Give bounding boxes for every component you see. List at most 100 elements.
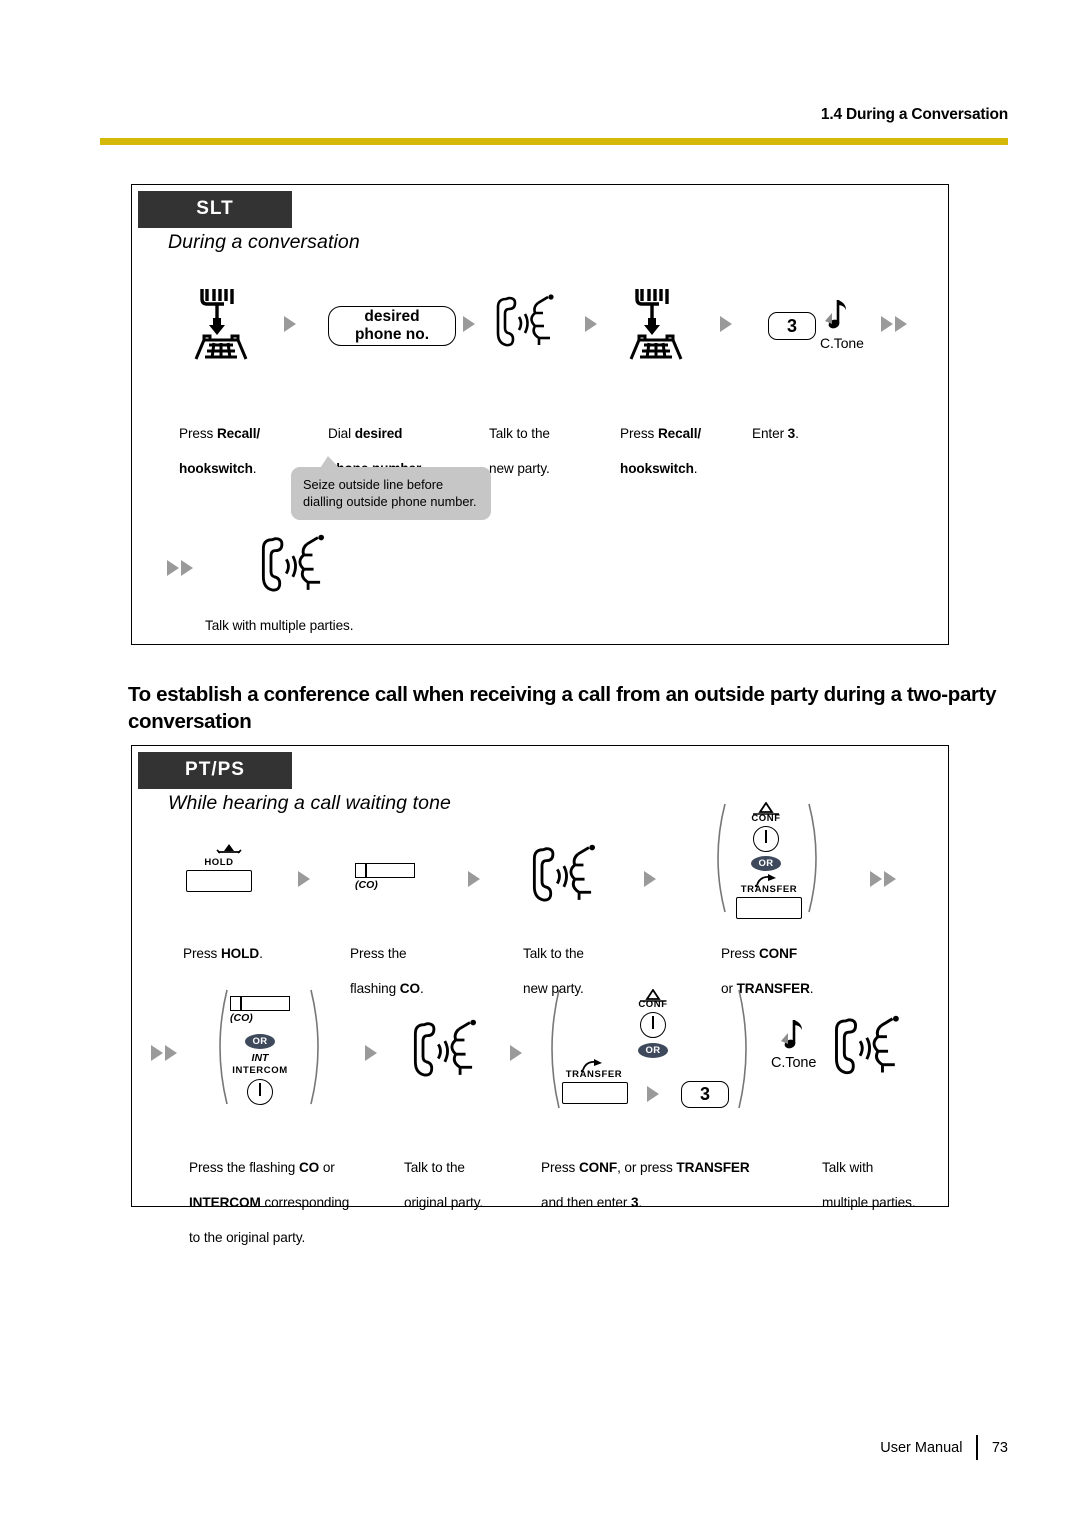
hookswitch-icon: [194, 289, 248, 360]
callout-line-2: dialling outside phone number.: [303, 494, 477, 509]
caption-text: and then enter: [541, 1194, 631, 1210]
co-key-label: (CO): [355, 879, 378, 891]
caption-text: .: [419, 980, 424, 996]
conf-key-label: CONF: [751, 813, 781, 824]
keycap-label: 3: [786, 315, 797, 336]
confirmation-tone-icon: [781, 1020, 802, 1049]
caption-text: Talk to the: [404, 1159, 465, 1175]
ptps-keycap-3: 3: [681, 1081, 729, 1108]
ptps-row1-caption-1: Press HOLD.: [183, 927, 323, 962]
callout-bubble: Seize outside line before dialling outsi…: [291, 467, 491, 520]
caption-text: Press: [179, 425, 217, 441]
flow-arrow: [151, 1045, 163, 1061]
ptps-row2-tone-label: C.Tone: [771, 1055, 817, 1071]
conf-key-button[interactable]: [753, 826, 779, 852]
flow-arrow: [644, 871, 656, 887]
caption-text: Enter: [752, 425, 788, 441]
hold-key-label: HOLD: [204, 857, 234, 868]
caption-text: Press: [183, 945, 221, 961]
flow-arrow: [884, 871, 896, 887]
caption-bold: hookswitch: [179, 460, 253, 476]
caption-text: .: [638, 1194, 643, 1210]
caption-text: .: [795, 425, 799, 441]
ptps-row2-final-talk-icon: [832, 1014, 906, 1089]
caption-bold: CO: [399, 980, 420, 996]
handset-talking-icon: [413, 1019, 477, 1077]
handset-talking-icon: [532, 844, 596, 902]
transfer-key-label: TRANSFER: [565, 1069, 623, 1080]
transfer-key-button[interactable]: [736, 897, 802, 919]
caption-bold: INTERCOM: [189, 1194, 261, 1210]
slt-desired-phone-pill: desired phone no.: [328, 306, 456, 346]
page-header: 1.4 During a Conversation: [0, 106, 1080, 124]
or-badge: OR: [751, 856, 781, 871]
flow-arrow: [284, 316, 296, 332]
footer-divider: [976, 1435, 978, 1460]
flow-arrow: [881, 316, 893, 332]
slt-step4-hookswitch-icon: [625, 285, 691, 366]
caption-bold: CO: [298, 1159, 320, 1175]
flow-arrow: [468, 871, 480, 887]
handset-talking-icon: [835, 1015, 899, 1075]
caption-text: .: [252, 460, 257, 476]
caption-text: Talk to the: [523, 945, 584, 961]
caption-text: Press: [721, 945, 759, 961]
caption-text: original party.: [404, 1194, 484, 1210]
caption-bold: HOLD: [220, 945, 260, 961]
page-footer: User Manual 73: [880, 1435, 1008, 1460]
flow-arrow: [870, 871, 882, 887]
flow-arrow: [167, 560, 179, 576]
flow-arrow: [720, 316, 732, 332]
caption-bold: Recall/: [216, 425, 261, 441]
ptps-row2-caption-3: Press CONF, or press TRANSFER and then e…: [541, 1141, 801, 1211]
co-key-label: (CO): [230, 1012, 253, 1024]
conf-key-button[interactable]: [640, 1012, 666, 1038]
ptps-row1-caption-2: Press the flashing CO.: [350, 927, 500, 997]
slt-keycap-3: 3: [768, 312, 816, 340]
caption-text: Press the flashing: [189, 1159, 299, 1175]
caption-bold: desired: [354, 425, 403, 441]
section-title: 1.4 During a Conversation: [820, 106, 1008, 123]
int-key-label: INT: [251, 1052, 269, 1064]
slt-subtitle: During a conversation: [168, 231, 360, 253]
handset-talking-icon: [261, 534, 325, 592]
flow-arrow: [298, 871, 310, 887]
transfer-key-label: TRANSFER: [740, 884, 798, 895]
ptps-row2-caption-4: Talk with multiple parties.: [822, 1141, 962, 1211]
confirmation-tone-icon: [825, 300, 846, 329]
ptps-box: PT/PS While hearing a call waiting tone …: [131, 745, 949, 1245]
page-number: 73: [991, 1439, 1008, 1456]
co-key-button[interactable]: [355, 863, 415, 878]
ptps-row2-talk-icon: [411, 1018, 483, 1091]
caption-bold: CONF: [578, 1159, 618, 1175]
ptps-row1-talk-icon: [530, 843, 602, 916]
ptps-row2-caption-2: Talk to the original party.: [404, 1141, 544, 1211]
intercom-key-button[interactable]: [247, 1079, 273, 1105]
slt-final-talk-icon: [259, 533, 331, 606]
caption-bold: Recall/: [657, 425, 702, 441]
slt-box: SLT During a conversation Press Recall/ …: [131, 184, 949, 645]
caption-bold: CONF: [758, 945, 798, 961]
flow-arrow: [585, 316, 597, 332]
slt-tone-label: C.Tone: [820, 335, 864, 351]
intercom-key-label: INTERCOM: [232, 1065, 288, 1076]
slt-final-caption: Talk with multiple parties.: [205, 618, 354, 633]
slt-step5-caption: Enter 3.: [752, 407, 882, 442]
hold-key-button[interactable]: [186, 870, 252, 892]
flow-arrow: [895, 316, 907, 332]
caption-text: new party.: [489, 460, 550, 476]
caption-text: Press the: [350, 945, 407, 961]
caption-bold: TRANSFER: [676, 1159, 750, 1175]
caption-bold: hookswitch: [620, 460, 694, 476]
callout-line-1: Seize outside line before: [303, 477, 444, 492]
section-heading: To establish a conference call when rece…: [128, 683, 997, 733]
ptps-subtitle: While hearing a call waiting tone: [168, 792, 451, 814]
caption-text: to the original party.: [189, 1229, 306, 1245]
caption-text: Press: [541, 1159, 579, 1175]
flow-arrow: [181, 560, 193, 576]
slt-step3-talk-icon: [494, 293, 560, 360]
caption-text: Press: [620, 425, 658, 441]
co-key-button[interactable]: [230, 996, 290, 1011]
caption-text: .: [259, 945, 263, 961]
transfer-key-button[interactable]: [562, 1082, 628, 1104]
